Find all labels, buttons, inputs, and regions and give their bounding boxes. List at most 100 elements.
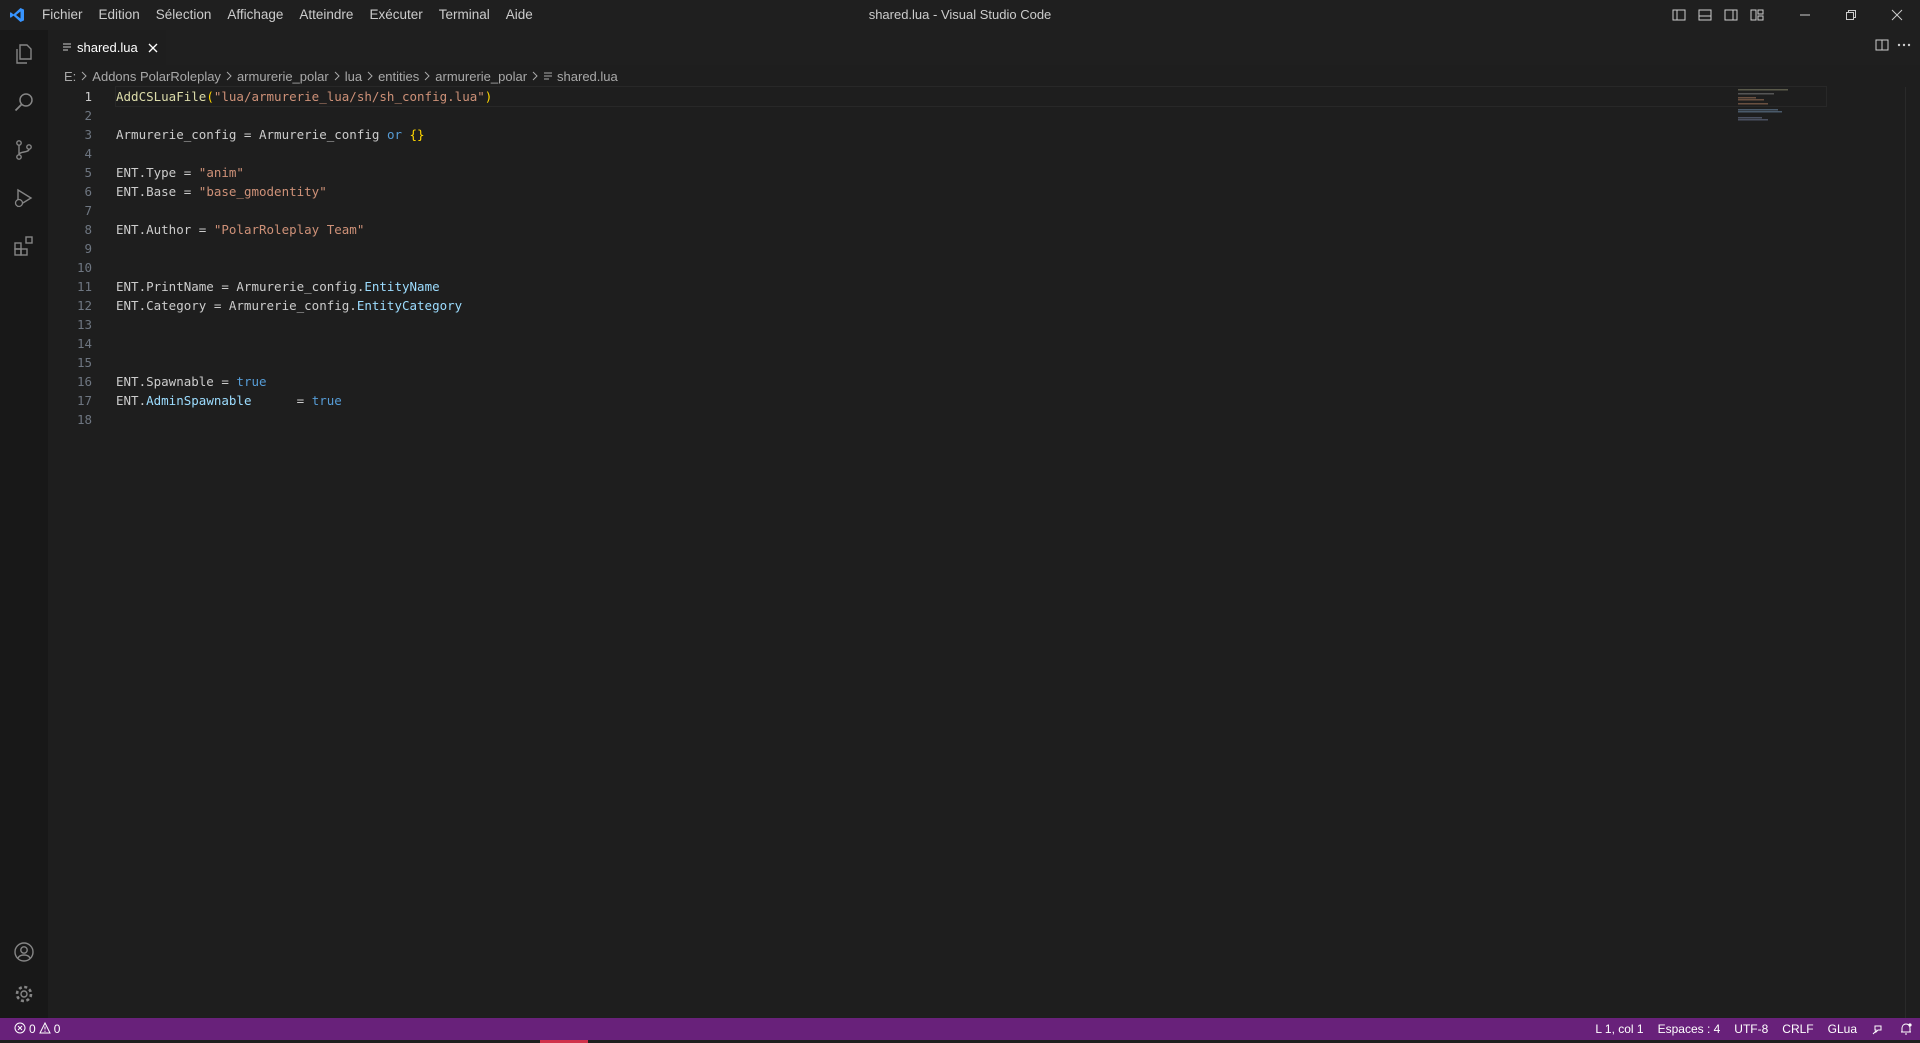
code-line[interactable]: ENT.Category = Armurerie_config.EntityCa… [116,296,1826,315]
breadcrumb-item[interactable]: lua [345,69,362,84]
code-token: true [311,393,342,408]
minimap[interactable] [1736,87,1856,147]
code-line[interactable] [116,144,1826,163]
minimize-icon[interactable] [1782,0,1828,30]
code-line[interactable] [116,258,1826,277]
tab-label: shared.lua [77,40,138,55]
search-icon[interactable] [0,78,48,126]
code-token: Armurerie_config = Armurerie_config [116,127,387,142]
explorer-icon[interactable] [0,30,48,78]
line-number: 9 [84,241,92,256]
line-number: 6 [84,184,92,199]
code-token: "PolarRoleplay Team" [213,222,365,237]
code-token: "anim" [198,165,244,180]
editor-actions [1874,30,1912,65]
menu-atteindre[interactable]: Atteindre [291,0,361,30]
code-line[interactable]: Armurerie_config = Armurerie_config or {… [116,125,1826,144]
code-line[interactable]: ENT.PrintName = Armurerie_config.EntityN… [116,277,1826,296]
menu-fichier[interactable]: Fichier [34,0,91,30]
code-line[interactable]: ENT.Spawnable = true [116,372,1826,391]
indentation[interactable]: Espaces : 4 [1651,1018,1728,1040]
extensions-icon[interactable] [0,222,48,270]
code-line[interactable]: ENT.Type = "anim" [116,163,1826,182]
warning-icon [38,1021,51,1037]
status-bar: 0 0 L 1, col 1 Espaces : 4 UTF-8 CRLF GL… [0,1018,1920,1040]
code-line[interactable] [116,334,1826,353]
code-token: ( [206,89,214,104]
cursor-position[interactable]: L 1, col 1 [1588,1018,1650,1040]
menu-selection[interactable]: Sélection [148,0,220,30]
line-number: 5 [84,165,92,180]
code-line[interactable]: ENT.Base = "base_gmodentity" [116,182,1826,201]
code-token: = [251,393,312,408]
close-tab-icon[interactable] [148,43,158,53]
code-line[interactable] [116,106,1826,125]
line-number: 10 [76,260,92,275]
language-mode[interactable]: GLua [1821,1018,1864,1040]
chevron-right-icon [423,71,431,81]
error-count: 0 [29,1022,36,1036]
restore-icon[interactable] [1828,0,1874,30]
breadcrumb-item[interactable]: E: [64,69,76,84]
gear-icon[interactable] [0,970,48,1018]
breadcrumb-item[interactable]: armurerie_polar [435,69,527,84]
breadcrumb: E: Addons PolarRoleplay armurerie_polar … [48,65,1920,87]
menu-terminal[interactable]: Terminal [431,0,498,30]
code-token: ENT.PrintName = Armurerie_config. [116,279,365,294]
menu-executer[interactable]: Exécuter [361,0,430,30]
file-lines-icon [62,40,72,55]
toggle-primary-sidebar-icon[interactable] [1666,0,1692,30]
code-line[interactable] [116,410,1826,429]
menu-edition[interactable]: Edition [91,0,148,30]
more-actions-icon[interactable] [1896,37,1912,58]
code-token: AddCSLuaFile [116,89,207,104]
line-number: 8 [84,222,92,237]
code-line[interactable] [116,353,1826,372]
chevron-right-icon [225,71,233,81]
code-line[interactable] [116,315,1826,334]
tab-shared-lua[interactable]: shared.lua [48,30,166,65]
run-debug-icon[interactable] [0,174,48,222]
breadcrumb-item[interactable]: armurerie_polar [237,69,329,84]
warning-count: 0 [53,1022,61,1036]
chevron-right-icon [531,71,539,81]
toggle-secondary-sidebar-icon[interactable] [1718,0,1744,30]
encoding[interactable]: UTF-8 [1727,1018,1775,1040]
customize-layout-icon[interactable] [1744,0,1770,30]
feedback-icon[interactable] [1864,1018,1892,1040]
code-token: ) [484,89,493,104]
code-token: "lua/armurerie_lua/sh/sh_config.lua" [213,89,485,104]
breadcrumb-item[interactable]: entities [378,69,419,84]
vertical-scrollbar[interactable] [1905,87,1920,1018]
close-window-icon[interactable] [1874,0,1920,30]
code-line[interactable]: ENT.AdminSpawnable = true [116,391,1826,410]
menu-affichage[interactable]: Affichage [219,0,291,30]
split-editor-icon[interactable] [1874,37,1890,58]
toggle-panel-icon[interactable] [1692,0,1718,30]
line-number: 4 [84,146,92,161]
file-lines-icon [543,71,553,81]
menu-aide[interactable]: Aide [498,0,541,30]
breadcrumb-item[interactable]: Addons PolarRoleplay [92,69,221,84]
breadcrumb-file[interactable]: shared.lua [557,69,618,84]
code-editor[interactable]: 1 2 3 4 5 6 7 8 9 10 11 12 13 14 15 16 17 18 AddCSLuaFile… [48,86,1920,1018]
line-number: 17 [76,393,92,408]
end-of-line[interactable]: CRLF [1775,1018,1820,1040]
chevron-right-icon [333,71,341,81]
problems-indicator[interactable]: 0 0 [0,1021,61,1037]
code-line[interactable]: ENT.Author = "PolarRoleplay Team" [116,220,1826,239]
notifications-bell-icon[interactable] [1892,1018,1920,1040]
code-line[interactable] [116,201,1826,220]
code-token: EntityCategory [356,298,463,313]
editor-tabs-bar: shared.lua [48,30,1920,65]
code-token: AdminSpawnable [146,393,252,408]
code-line[interactable]: AddCSLuaFile("lua/armurerie_lua/sh/sh_co… [115,86,1827,107]
code-lines[interactable]: AddCSLuaFile("lua/armurerie_lua/sh/sh_co… [115,86,1827,429]
code-line[interactable] [116,239,1826,258]
accounts-icon[interactable] [0,928,48,976]
line-number: 18 [76,412,92,427]
code-token: or [386,127,402,142]
code-token: ENT.Type = [116,165,199,180]
source-control-icon[interactable] [0,126,48,174]
